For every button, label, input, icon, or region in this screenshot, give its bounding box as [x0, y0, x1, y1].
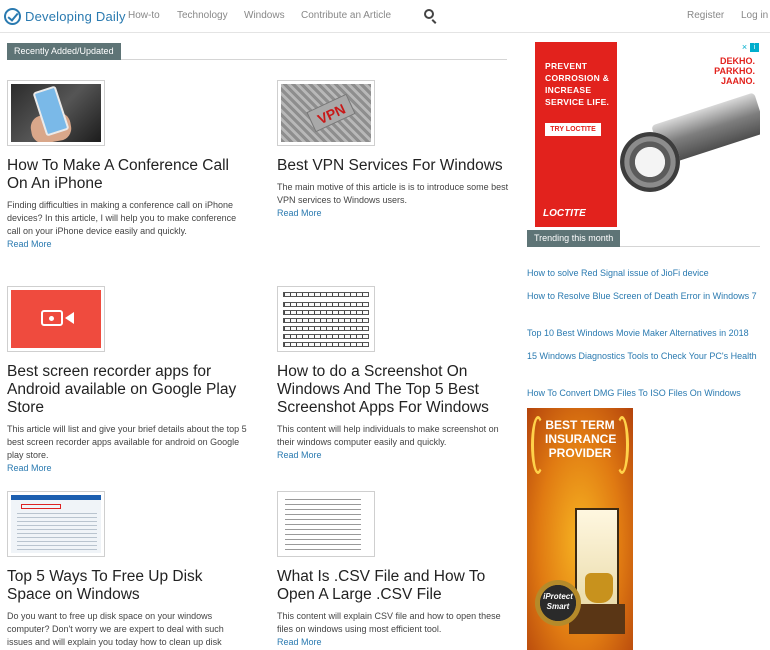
bearing-image [620, 132, 680, 192]
article-card: Top 5 Ways To Free Up Disk Space on Wind… [7, 491, 247, 649]
article-excerpt: This content will explain CSV file and h… [277, 611, 501, 634]
site-logo[interactable]: Developing Daily [4, 5, 126, 27]
article-excerpt: This content will help individuals to ma… [277, 424, 499, 447]
article-thumbnail[interactable] [7, 286, 105, 352]
vpn-keyboard-image: VPN [281, 84, 371, 142]
top-navigation-bar: Developing Daily How-to Technology Windo… [0, 0, 770, 33]
article-thumbnail[interactable] [277, 491, 375, 557]
section-title: Recently Added/Updated [7, 43, 121, 60]
article-thumbnail[interactable] [7, 491, 105, 557]
nav-windows[interactable]: Windows [244, 10, 285, 21]
search-icon[interactable] [424, 9, 434, 19]
article-thumbnail[interactable]: VPN [277, 80, 375, 146]
ad-copy: PREVENT CORROSION & INCREASE SERVICE LIF… [545, 61, 610, 107]
article-card: Best screen recorder apps for Android av… [7, 286, 247, 475]
article-excerpt: Finding difficulties in making a confere… [7, 200, 237, 236]
article-card: What Is .CSV File and How To Open A Larg… [277, 491, 517, 649]
article-title[interactable]: How to do a Screenshot On Windows And Th… [277, 363, 507, 417]
article-title[interactable]: How To Make A Conference Call On An iPho… [7, 157, 247, 193]
iphone-image [11, 84, 101, 142]
disk-cleanup-image [11, 495, 101, 553]
keyboard-image [281, 290, 371, 348]
trending-link[interactable]: How to solve Red Signal issue of JioFi d… [527, 267, 765, 279]
trending-link[interactable]: 15 Windows Diagnostics Tools to Check Yo… [527, 350, 765, 362]
ad-tagline: DEKHO. PARKHO. JAANO. [714, 56, 755, 86]
ad-close-icon[interactable]: × [740, 43, 749, 52]
trending-link[interactable]: How To Convert DMG Files To ISO Files On… [527, 387, 765, 399]
article-title[interactable]: Best screen recorder apps for Android av… [7, 363, 247, 417]
loctite-ad[interactable]: PREVENT CORROSION & INCREASE SERVICE LIF… [535, 42, 760, 227]
iprotect-badge: iProtect Smart [535, 580, 581, 626]
read-more-link[interactable]: Read More [277, 636, 517, 649]
article-card: How to do a Screenshot On Windows And Th… [277, 286, 507, 462]
article-title[interactable]: Best VPN Services For Windows [277, 157, 517, 175]
nav-how-to[interactable]: How-to [128, 10, 160, 21]
ad-headline: BEST TERM INSURANCE PROVIDER [545, 418, 617, 460]
ad-brand: LOCTITE [543, 208, 586, 219]
ad-red-panel: PREVENT CORROSION & INCREASE SERVICE LIF… [535, 42, 617, 227]
read-more-link[interactable]: Read More [277, 449, 507, 462]
article-excerpt: This article will list and give your bri… [7, 424, 247, 460]
article-title[interactable]: Top 5 Ways To Free Up Disk Space on Wind… [7, 568, 247, 604]
article-excerpt: Do you want to free up disk space on you… [7, 611, 224, 647]
csv-file-image [281, 495, 371, 553]
article-thumbnail[interactable] [277, 286, 375, 352]
read-more-link[interactable]: Read More [7, 238, 247, 251]
read-more-link[interactable]: Read More [277, 207, 517, 220]
read-more-link[interactable]: Read More [7, 462, 247, 475]
screen-recorder-image [11, 290, 101, 348]
trending-link[interactable]: How to Resolve Blue Screen of Death Erro… [527, 290, 765, 302]
vpn-key-label: VPN [306, 93, 356, 133]
article-thumbnail[interactable] [7, 80, 105, 146]
logo-text: Developing Daily [25, 8, 126, 24]
article-card: How To Make A Conference Call On An iPho… [7, 80, 247, 251]
check-circle-icon [4, 7, 21, 25]
article-title[interactable]: What Is .CSV File and How To Open A Larg… [277, 568, 517, 604]
insurance-ad[interactable]: BEST TERM INSURANCE PROVIDER iProtect Sm… [527, 408, 633, 650]
ad-info-icon[interactable]: i [750, 43, 759, 52]
trending-header: Trending this month [527, 230, 760, 247]
register-link[interactable]: Register [687, 10, 724, 21]
try-loctite-button[interactable]: TRY LOCTITE [545, 123, 601, 136]
money-bag-icon [585, 573, 613, 603]
article-excerpt: The main motive of this article is is to… [277, 182, 509, 205]
login-link[interactable]: Log in [741, 10, 768, 21]
trending-link[interactable]: Top 10 Best Windows Movie Maker Alternat… [527, 327, 765, 339]
video-camera-icon [41, 310, 63, 326]
article-card: VPN Best VPN Services For Windows The ma… [277, 80, 517, 220]
nav-contribute[interactable]: Contribute an Article [301, 10, 391, 21]
recent-section-header: Recently Added/Updated [7, 43, 507, 60]
nav-technology[interactable]: Technology [177, 10, 228, 21]
trending-title: Trending this month [527, 230, 621, 247]
